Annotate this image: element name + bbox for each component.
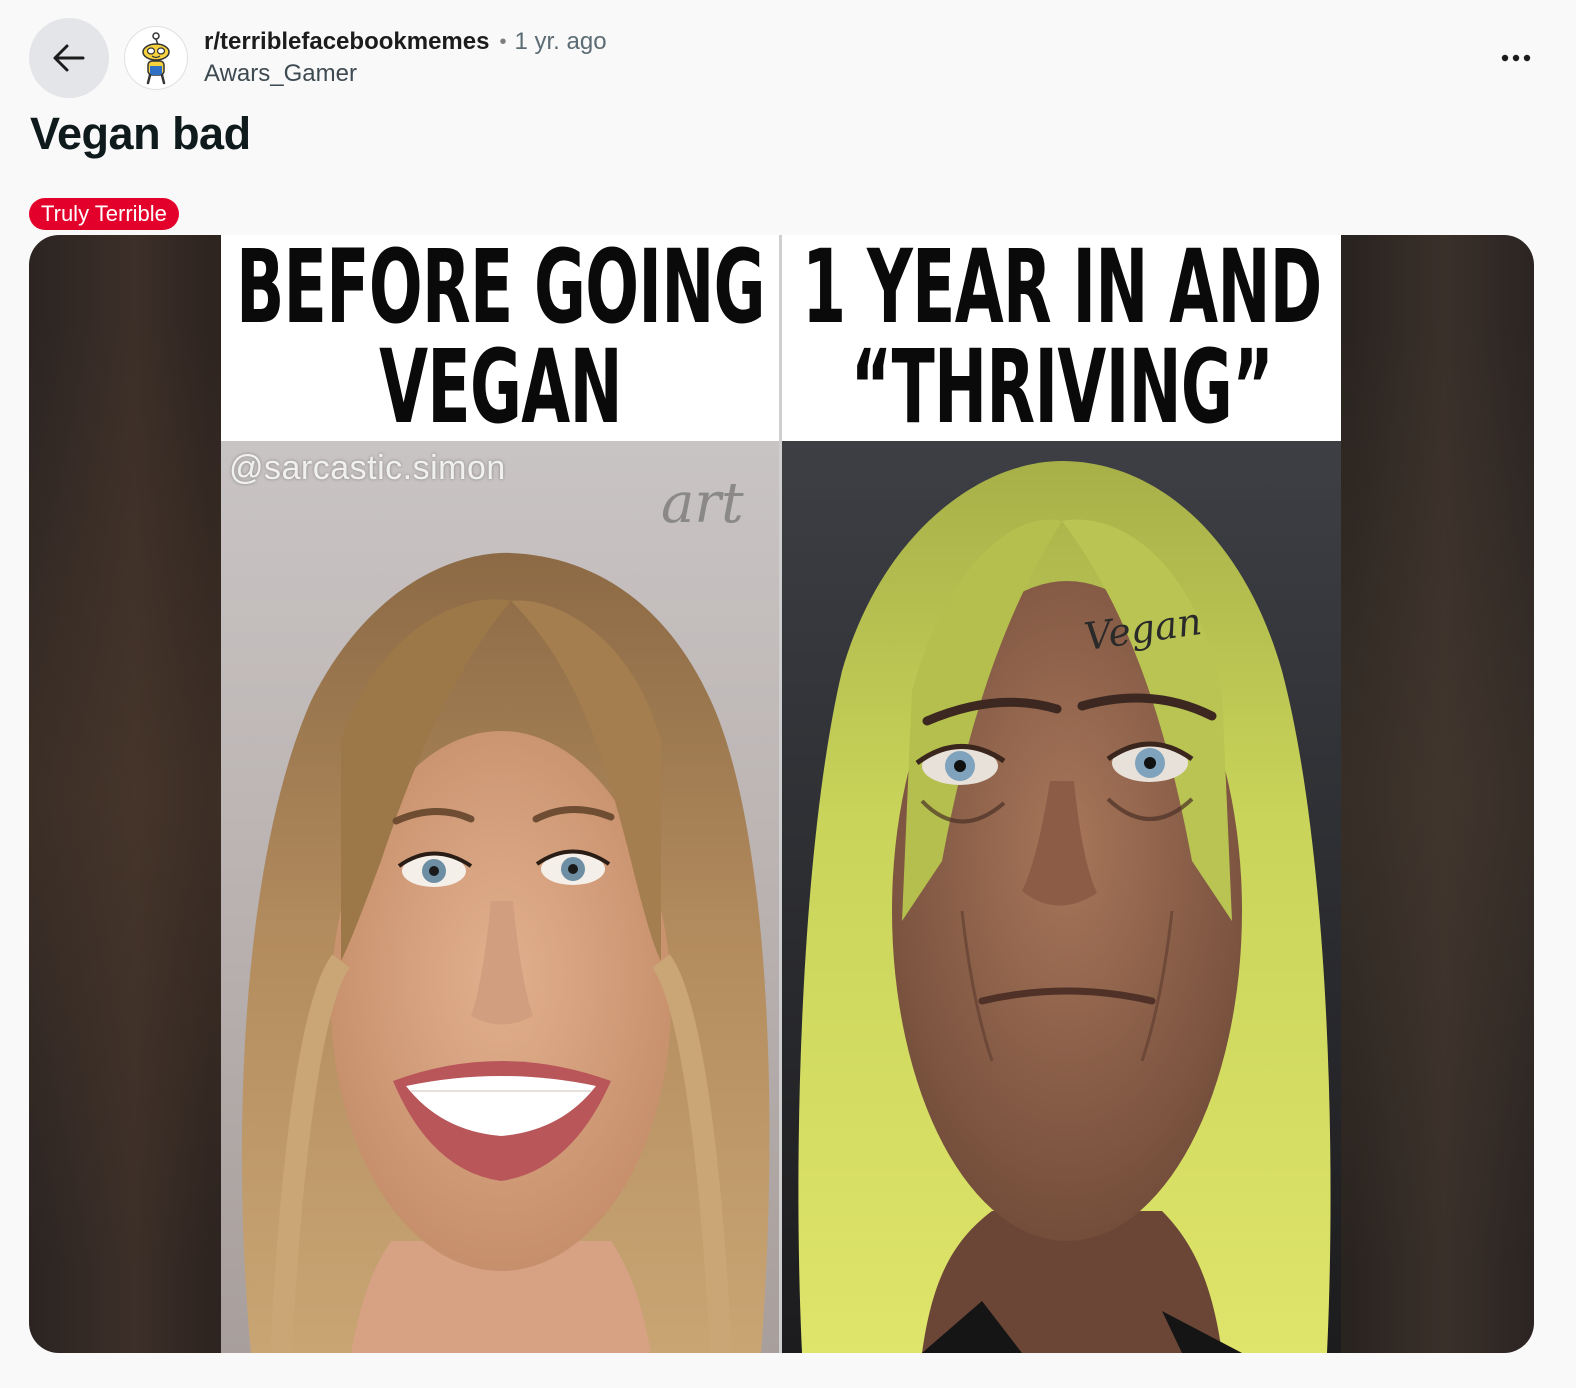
meme-caption-right-line2: “THRIVING”	[850, 328, 1273, 447]
post-title: Vegan bad	[30, 108, 251, 159]
post-detail-page: r/terriblefacebookmemes • 1 yr. ago Awar…	[0, 0, 1576, 1388]
meme-caption-right: 1 YEAR IN AND “THRIVING”	[782, 235, 1341, 441]
post-flair[interactable]: Truly Terrible	[29, 198, 179, 230]
man-portrait-illustration	[798, 461, 1331, 1353]
meme-divider	[779, 235, 782, 1353]
meme-watermark: @sarcastic.simon	[229, 449, 506, 487]
woman-portrait-illustration	[241, 552, 770, 1353]
meta-separator: •	[499, 30, 507, 53]
subreddit-name[interactable]: r/terriblefacebookmemes	[204, 28, 489, 56]
meme-photo-left: art @sarcastic.simon	[221, 441, 779, 1353]
meme-caption-right-line1: 1 YEAR IN AND	[801, 235, 1322, 347]
subreddit-avatar[interactable]	[124, 26, 188, 90]
back-button[interactable]	[29, 18, 109, 98]
post-image[interactable]: BEFORE GOING VEGAN 1 YEAR IN AND “THRIVI…	[29, 235, 1534, 1353]
background-sign-text: art	[661, 471, 744, 536]
more-options-button[interactable]	[1488, 36, 1544, 80]
post-meta: r/terriblefacebookmemes • 1 yr. ago	[204, 28, 607, 56]
snoo-avatar-icon	[142, 32, 170, 85]
arrow-left-icon	[53, 44, 85, 72]
post-timestamp: 1 yr. ago	[514, 28, 607, 55]
meme-image: BEFORE GOING VEGAN 1 YEAR IN AND “THRIVI…	[221, 235, 1341, 1353]
post-author[interactable]: Awars_Gamer	[204, 60, 357, 88]
ellipsis-horizontal-icon	[1501, 54, 1531, 62]
meme-photo-right: Vegan	[782, 441, 1341, 1353]
